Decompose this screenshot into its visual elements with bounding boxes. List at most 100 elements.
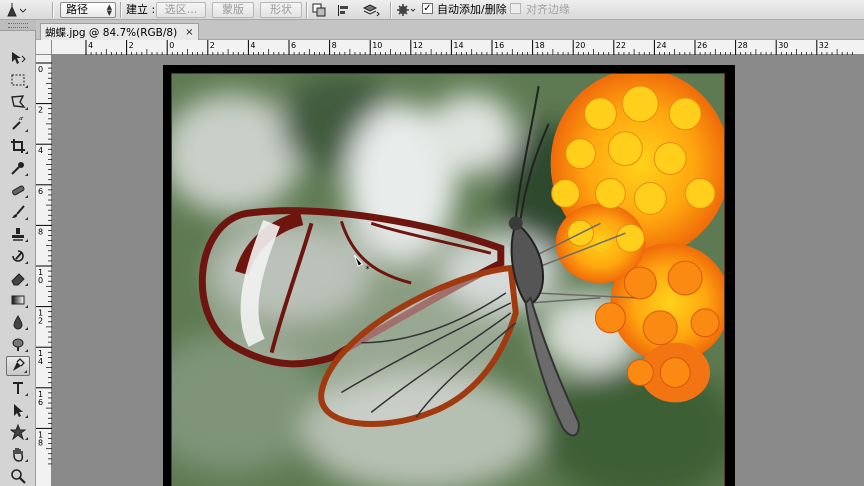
move-tool[interactable] xyxy=(6,48,30,68)
vertical-ruler[interactable]: 024681012141618 xyxy=(36,55,52,486)
tool-mode-value: 路径 xyxy=(66,3,88,16)
zoom-icon xyxy=(11,469,26,484)
ruler-label: 6 xyxy=(38,187,43,196)
document-image[interactable]: * xyxy=(171,73,725,486)
custom-shape-icon xyxy=(10,424,26,440)
gradient-icon xyxy=(11,295,25,305)
canvas-pasteboard[interactable]: * xyxy=(52,55,864,486)
ruler-label: 2 xyxy=(38,106,43,115)
tool-preset-picker[interactable] xyxy=(2,0,42,20)
ruler-label: 8 xyxy=(38,438,43,447)
quick-selection-tool[interactable] xyxy=(6,114,30,134)
ruler-label: 0 xyxy=(169,41,174,50)
marquee-tool[interactable] xyxy=(6,70,30,90)
select-arrows-icon: ▲ ▼ xyxy=(106,3,112,17)
ruler-label: 26 xyxy=(697,41,707,50)
path-arrangement-icon[interactable] xyxy=(362,0,382,20)
ruler-label: 2 xyxy=(210,41,215,50)
vertical-ruler-ticks: 024681012141618 xyxy=(36,62,52,465)
pen-icon xyxy=(7,3,27,17)
type-tool[interactable] xyxy=(6,378,30,398)
blur-icon xyxy=(13,315,23,330)
document-tab-bar: 蝴蝶.jpg @ 84.7%(RGB/8) × xyxy=(36,20,864,40)
hand-tool[interactable] xyxy=(6,444,30,464)
path-selection-icon xyxy=(14,404,23,417)
gradient-tool[interactable] xyxy=(6,290,30,310)
ruler-label: 24 xyxy=(656,41,666,50)
brush-icon xyxy=(12,205,25,218)
align-edges-checkbox[interactable] xyxy=(510,3,521,14)
separator xyxy=(120,2,122,18)
document-tab[interactable]: 蝴蝶.jpg @ 84.7%(RGB/8) × xyxy=(40,23,199,40)
horizontal-ruler-ticks: 4 2 0 2 4 6 8 10 12 14 16 18 20 22 24 26 28 30 32 xyxy=(85,40,853,55)
ruler-label: 12 xyxy=(413,41,423,50)
tool-mode-select[interactable]: 路径 ▲ ▼ xyxy=(60,2,116,18)
rectangular-marquee-icon xyxy=(11,74,25,86)
spot-healing-tool[interactable] xyxy=(6,180,30,200)
canvas-border: * xyxy=(163,65,735,486)
ruler-label: 20 xyxy=(575,41,585,50)
clone-stamp-icon xyxy=(12,228,24,241)
ruler-label: 16 xyxy=(494,41,504,50)
align-edges-label: 对齐边缘 xyxy=(526,3,570,16)
move-icon xyxy=(12,52,26,64)
close-icon[interactable]: × xyxy=(185,27,193,38)
ruler-label: 10 xyxy=(372,41,382,50)
make-shape-button[interactable]: 形状 xyxy=(260,2,302,18)
ruler-label: 8 xyxy=(332,41,337,50)
ruler-label: 4 xyxy=(250,41,255,50)
checkmark-icon: ✓ xyxy=(423,3,432,14)
separator xyxy=(52,2,54,18)
ruler-label: 32 xyxy=(819,41,829,50)
type-icon xyxy=(13,382,23,394)
crop-tool[interactable] xyxy=(6,136,30,156)
make-selection-button[interactable]: 选区... xyxy=(156,2,206,18)
panel-grip[interactable] xyxy=(0,20,36,31)
crop-icon xyxy=(11,139,25,153)
history-brush-icon xyxy=(12,250,24,262)
ruler-label: 4 xyxy=(88,41,93,50)
separator xyxy=(306,2,308,18)
auto-add-delete-label: 自动添加/删除 xyxy=(437,3,507,16)
gear-icon[interactable] xyxy=(396,0,418,20)
blur-tool[interactable] xyxy=(6,312,30,332)
path-operations-icon[interactable] xyxy=(312,0,328,20)
eraser-icon xyxy=(11,273,25,286)
ruler-label: 8 xyxy=(38,227,43,236)
clone-stamp-tool[interactable] xyxy=(6,224,30,244)
make-label: 建立 : xyxy=(126,3,156,16)
history-brush-tool[interactable] xyxy=(6,246,30,266)
ruler-label: 30 xyxy=(778,41,788,50)
zoom-tool[interactable] xyxy=(6,466,30,486)
ruler-label: 18 xyxy=(535,41,545,50)
custom-shape-tool[interactable] xyxy=(6,422,30,442)
ruler-label: 14 xyxy=(453,41,463,50)
path-selection-tool[interactable] xyxy=(6,400,30,420)
tools-panel xyxy=(0,20,36,486)
ruler-label: 6 xyxy=(291,41,296,50)
brush-tool[interactable] xyxy=(6,202,30,222)
polygonal-lasso-icon xyxy=(11,95,26,108)
pen-tool[interactable] xyxy=(6,356,30,376)
horizontal-ruler[interactable]: 4 2 0 2 4 6 8 10 12 14 16 18 20 22 24 26 28 30 32 xyxy=(52,40,864,55)
document-title: 蝴蝶.jpg @ 84.7%(RGB/8) xyxy=(45,26,178,39)
separator xyxy=(390,2,392,18)
eraser-tool[interactable] xyxy=(6,268,30,288)
ruler-label: 2 xyxy=(129,41,134,50)
dodge-tool[interactable] xyxy=(6,334,30,354)
ruler-label: 0 xyxy=(38,65,43,74)
lasso-tool[interactable] xyxy=(6,92,30,112)
butterfly-photo: * xyxy=(172,74,724,486)
make-mask-button[interactable]: 蒙版 xyxy=(212,2,254,18)
eyedropper-icon xyxy=(11,162,24,175)
auto-add-delete-checkbox[interactable]: ✓ xyxy=(422,3,433,14)
ruler-origin[interactable] xyxy=(36,40,52,55)
quick-selection-icon xyxy=(12,116,24,130)
svg-text:*: * xyxy=(365,265,370,275)
path-alignment-icon[interactable] xyxy=(336,0,352,20)
eyedropper-tool[interactable] xyxy=(6,158,30,178)
ruler-label: 22 xyxy=(616,41,626,50)
ruler-label: 4 xyxy=(38,146,43,155)
ruler-label: 4 xyxy=(38,357,43,366)
hand-icon xyxy=(13,448,24,462)
